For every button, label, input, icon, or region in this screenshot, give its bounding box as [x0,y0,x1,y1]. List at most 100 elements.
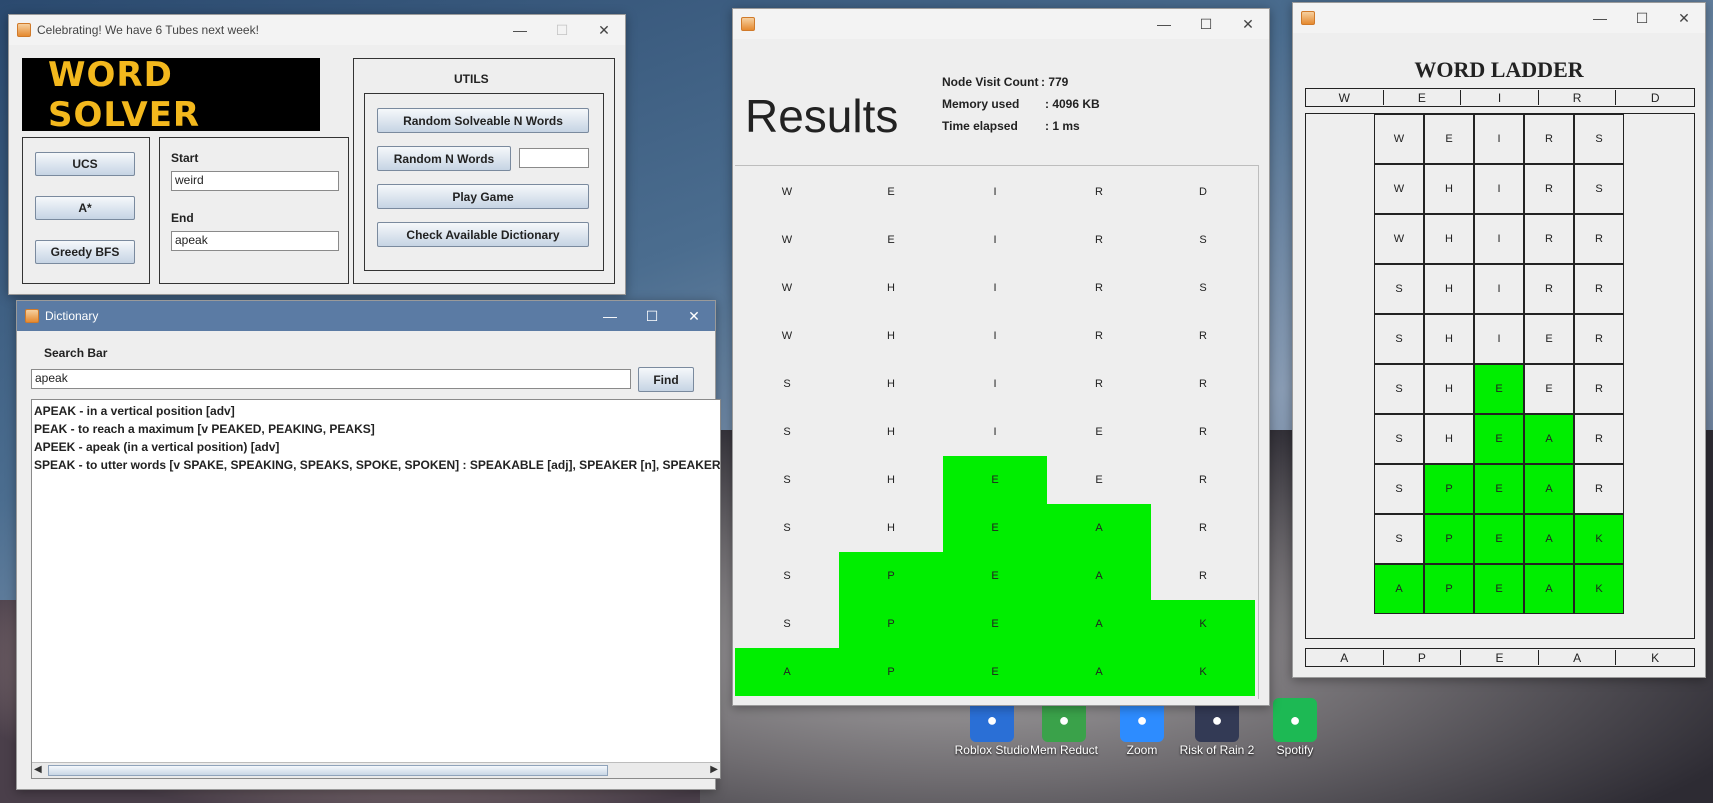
result-letter-cell: H [887,426,895,438]
results-grid: WEIRDWEIRSWHIRSWHIRRSHIRRSHIERSHEERSHEAR… [735,165,1259,699]
find-button[interactable]: Find [638,367,694,392]
result-letter-cell: E [887,234,895,246]
result-letter-cell: R [1199,330,1207,342]
dictionary-entry: APEAK - in a vertical position [adv] [34,404,235,418]
random-solveable-button[interactable]: Random Solveable N Words [377,108,589,133]
result-letter-cell: E [943,648,1047,696]
ladder-titlebar[interactable]: — ☐ ✕ [1293,3,1705,33]
dictionary-titlebar[interactable]: Dictionary — ☐ ✕ [17,301,715,331]
dictionary-entry: PEAK - to reach a maximum [v PEAKED, PEA… [34,422,375,436]
result-letter-cell: R [1199,378,1207,390]
result-letter-cell: E [943,456,1047,504]
results-titlebar[interactable]: — ☐ ✕ [733,9,1269,39]
results-list[interactable]: APEAK - in a vertical position [adv] PEAK… [31,399,721,779]
ladder-letter-cell: E [1474,464,1524,514]
result-letter-cell: H [887,522,895,534]
close-button[interactable]: ✕ [1227,9,1269,39]
minimize-button[interactable]: — [499,15,541,45]
ladder-letter-cell: R [1574,364,1624,414]
ladder-letter-cell: H [1424,214,1474,264]
desktop-icon-label[interactable]: Mem Reduct [1024,743,1104,757]
result-letter-cell: S [783,378,791,390]
result-letter-cell: E [943,600,1047,648]
minimize-button[interactable]: — [1579,3,1621,33]
desktop-icon-label[interactable]: Spotify [1255,743,1335,757]
spotify-icon[interactable]: ● [1273,698,1317,742]
end-letter-cell: A [1539,650,1617,665]
scrollbar-thumb[interactable] [48,765,608,776]
java-icon [17,23,31,37]
result-letter-cell: W [781,186,793,198]
dictionary-entry: SPEAK - to utter words [v SPAKE, SPEAKIN… [34,458,721,472]
result-letter-cell: I [993,282,997,294]
maximize-button[interactable]: ☐ [1185,9,1227,39]
desktop-icon-label[interactable]: Risk of Rain 2 [1177,743,1257,757]
horizontal-scrollbar[interactable]: ◀ ▶ [32,762,720,778]
astar-button[interactable]: A* [35,196,135,220]
scroll-right-icon[interactable]: ▶ [710,764,718,775]
result-letter-cell: P [839,552,943,600]
java-icon [25,309,39,323]
ladder-letter-cell: S [1574,114,1624,164]
end-letter-cell: K [1651,650,1660,665]
play-game-button[interactable]: Play Game [377,184,589,209]
maximize-button[interactable]: ☐ [631,301,673,331]
check-dictionary-button[interactable]: Check Available Dictionary [377,222,589,247]
minimize-button[interactable]: — [1143,9,1185,39]
ladder-letter-cell: I [1474,114,1524,164]
ladder-letter-cell: K [1574,514,1624,564]
minimize-button[interactable]: — [589,301,631,331]
result-letter-cell: A [1047,504,1151,552]
result-letter-cell: S [1199,282,1207,294]
java-icon [741,17,755,31]
n-words-input[interactable] [519,148,589,168]
solver-title: Celebrating! We have 6 Tubes next week! [37,23,259,37]
ladder-letter-cell: S [1374,464,1424,514]
end-input[interactable]: apeak [171,231,339,251]
ladder-letter-cell: R [1574,214,1624,264]
search-input[interactable]: apeak [31,369,631,389]
ladder-letter-cell: I [1474,214,1524,264]
result-letter-cell: S [783,522,791,534]
result-letter-cell: R [1095,234,1103,246]
result-letter-cell: R [1095,330,1103,342]
result-letter-cell: W [781,282,793,294]
result-letter-cell: R [1199,570,1207,582]
ladder-letter-cell: R [1524,114,1574,164]
results-window: — ☐ ✕ Results Node Visit Count : 779 Mem… [732,8,1270,706]
maximize-button[interactable]: ☐ [1621,3,1663,33]
result-letter-cell: E [1095,426,1103,438]
scroll-left-icon[interactable]: ◀ [34,764,42,775]
start-letter-cell: R [1539,90,1617,105]
random-n-words-button[interactable]: Random N Words [377,146,511,171]
desktop-icon-label[interactable]: Roblox Studio [952,743,1032,757]
ladder-letter-cell: W [1374,114,1424,164]
java-icon [1301,11,1315,25]
ladder-letter-cell: S [1374,514,1424,564]
ucs-button[interactable]: UCS [35,152,135,176]
ladder-letter-cell: E [1474,564,1524,614]
desktop-icon-label[interactable]: Zoom [1102,743,1182,757]
close-button[interactable]: ✕ [583,15,625,45]
greedy-bfs-button[interactable]: Greedy BFS [35,240,135,264]
ladder-letter-cell: A [1524,564,1574,614]
logo-text: WORD SOLVER [48,54,201,135]
close-button[interactable]: ✕ [673,301,715,331]
solver-titlebar[interactable]: Celebrating! We have 6 Tubes next week! … [9,15,625,45]
ladder-letter-cell: S [1374,314,1424,364]
result-letter-cell: I [993,234,997,246]
maximize-button[interactable]: ☐ [541,15,583,45]
results-heading: Results [745,90,899,142]
ladder-letter-cell: S [1374,414,1424,464]
ladder-letter-cell: R [1574,414,1624,464]
result-letter-cell: R [1199,522,1207,534]
ladder-letter-cell: I [1474,314,1524,364]
ladder-letter-cell: H [1424,364,1474,414]
close-button[interactable]: ✕ [1663,3,1705,33]
ladder-letter-cell: P [1424,564,1474,614]
start-input[interactable]: weird [171,171,339,191]
result-letter-cell: R [1199,474,1207,486]
ladder-letter-cell: R [1524,264,1574,314]
start-letter-cell: D [1650,90,1660,105]
start-letter-cell: I [1461,90,1539,105]
